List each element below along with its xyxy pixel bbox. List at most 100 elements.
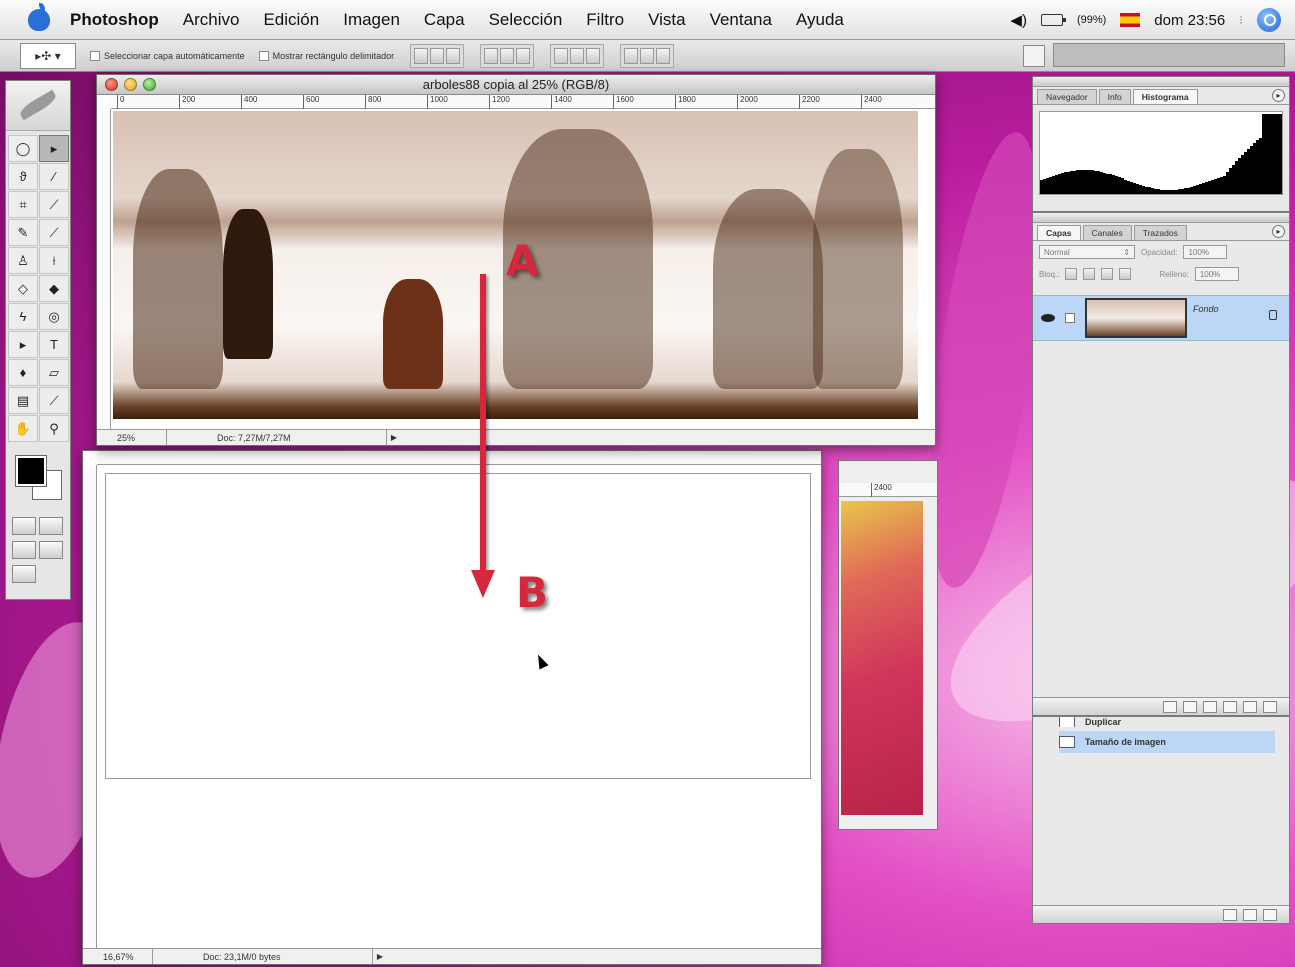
- lasso-tool-icon[interactable]: ϑ: [8, 163, 38, 190]
- shape-tool-icon[interactable]: ▱: [39, 359, 69, 386]
- marquee-tool-icon[interactable]: ◯: [8, 135, 38, 162]
- zoom-level[interactable]: 25%: [97, 430, 167, 445]
- new-layer-icon[interactable]: [1243, 700, 1257, 713]
- show-bounds-checkbox[interactable]: Mostrar rectángulo delimitador: [258, 50, 394, 61]
- menu-filtro[interactable]: Filtro: [586, 10, 624, 30]
- tab-info[interactable]: Info: [1098, 89, 1131, 104]
- dodge-tool-icon[interactable]: ◎: [39, 303, 69, 330]
- menu-ayuda[interactable]: Ayuda: [796, 10, 844, 30]
- fill-field[interactable]: 100%: [1194, 267, 1239, 281]
- menu-seleccion[interactable]: Selección: [489, 10, 563, 30]
- tab-canales[interactable]: Canales: [1082, 225, 1132, 240]
- tab-capas[interactable]: Capas: [1037, 225, 1081, 240]
- checkbox-box[interactable]: [258, 50, 269, 61]
- spotlight-icon[interactable]: [1257, 8, 1281, 32]
- auto-select-checkbox[interactable]: Seleccionar capa automáticamente: [90, 50, 245, 61]
- distribute-right-button[interactable]: [656, 47, 671, 64]
- distribute-hcenter-button[interactable]: [640, 47, 655, 64]
- screen-mode-standard-button[interactable]: [12, 541, 36, 559]
- layer-mask-icon[interactable]: [1183, 700, 1197, 713]
- opacity-field[interactable]: 100%: [1183, 245, 1228, 259]
- align-bottom-button[interactable]: [446, 47, 461, 64]
- tab-trazados[interactable]: Trazados: [1133, 225, 1187, 240]
- clock[interactable]: dom 23:56: [1154, 12, 1225, 29]
- move-tool-icon[interactable]: ▸: [39, 135, 69, 162]
- battery-icon[interactable]: [1040, 14, 1066, 26]
- path-selection-tool-icon[interactable]: ▸: [8, 331, 38, 358]
- new-document-from-state-icon[interactable]: [1223, 908, 1237, 921]
- document-titlebar[interactable]: arboles88 copia al 25% (RGB/8): [97, 75, 935, 95]
- volume-icon[interactable]: ◀): [1010, 11, 1027, 29]
- menu-archivo[interactable]: Archivo: [183, 10, 240, 30]
- close-icon[interactable]: [105, 78, 118, 91]
- status-menu-arrow-icon[interactable]: ▶: [373, 949, 387, 964]
- tab-navegador[interactable]: Navegador: [1037, 89, 1097, 104]
- minimize-icon[interactable]: [124, 78, 137, 91]
- lock-transparency-icon[interactable]: [1065, 268, 1078, 280]
- align-top-button[interactable]: [414, 47, 429, 64]
- blend-mode-select[interactable]: Normal ⇕: [1039, 245, 1135, 259]
- align-hcenter-button[interactable]: [500, 47, 515, 64]
- align-left-button[interactable]: [484, 47, 499, 64]
- panel-menu-icon[interactable]: ▸: [1272, 225, 1285, 238]
- panel-menu-icon[interactable]: ▸: [1272, 89, 1285, 102]
- notes-tool-icon[interactable]: ▤: [8, 387, 38, 414]
- menu-imagen[interactable]: Imagen: [343, 10, 400, 30]
- hand-tool-icon[interactable]: ✋: [8, 415, 38, 442]
- type-tool-icon[interactable]: T: [39, 331, 69, 358]
- adjustment-layer-icon[interactable]: [1223, 700, 1237, 713]
- trash-icon[interactable]: [1263, 700, 1277, 713]
- eye-icon[interactable]: [1041, 314, 1055, 322]
- distribute-top-button[interactable]: [554, 47, 569, 64]
- eyedropper-tool-icon[interactable]: ⟋: [39, 387, 69, 414]
- zoom-tool-icon[interactable]: ⚲: [39, 415, 69, 442]
- menu-edicion[interactable]: Edición: [263, 10, 319, 30]
- paint-bucket-tool-icon[interactable]: ◆: [39, 275, 69, 302]
- history-brush-tool-icon[interactable]: ⟊: [39, 247, 69, 274]
- lock-all-icon[interactable]: [1119, 268, 1132, 280]
- spanish-flag-icon[interactable]: [1120, 13, 1141, 27]
- menu-vista[interactable]: Vista: [648, 10, 686, 30]
- crop-tool-icon[interactable]: ⌗: [8, 191, 38, 218]
- lock-position-icon[interactable]: [1101, 268, 1114, 280]
- panel-titlebar[interactable]: [1033, 213, 1289, 223]
- blank-canvas[interactable]: [105, 473, 811, 779]
- trash-icon[interactable]: [1263, 908, 1277, 921]
- menu-ventana[interactable]: Ventana: [710, 10, 772, 30]
- eraser-tool-icon[interactable]: ◇: [8, 275, 38, 302]
- jump-to-imageready-button[interactable]: [12, 565, 36, 583]
- apple-icon[interactable]: [28, 2, 50, 31]
- layer-style-icon[interactable]: [1163, 700, 1177, 713]
- new-snapshot-icon[interactable]: [1243, 908, 1257, 921]
- quick-mask-button[interactable]: [39, 517, 63, 535]
- distribute-left-button[interactable]: [624, 47, 639, 64]
- healing-brush-tool-icon[interactable]: ✎: [8, 219, 38, 246]
- tab-histograma[interactable]: Histograma: [1132, 89, 1198, 104]
- panel-titlebar[interactable]: [1033, 77, 1289, 87]
- lock-pixels-icon[interactable]: [1083, 268, 1096, 280]
- tool-preset-picker[interactable]: ▸✣ ▾: [20, 42, 76, 69]
- clone-stamp-tool-icon[interactable]: ♙: [8, 247, 38, 274]
- menu-capa[interactable]: Capa: [424, 10, 465, 30]
- foreground-color[interactable]: [15, 455, 47, 487]
- status-menu-arrow-icon[interactable]: ▶: [387, 430, 401, 445]
- user-icon[interactable]: ⁝: [1239, 13, 1243, 27]
- zoom-level[interactable]: 16,67%: [83, 949, 153, 964]
- checkbox-box[interactable]: [90, 50, 100, 61]
- pen-tool-icon[interactable]: ♦: [8, 359, 38, 386]
- blur-tool-icon[interactable]: ϟ: [8, 303, 38, 330]
- zoom-icon[interactable]: [143, 78, 156, 91]
- menu-app[interactable]: Photoshop: [70, 10, 159, 30]
- brush-tool-icon[interactable]: ⟋: [39, 219, 69, 246]
- distribute-vcenter-button[interactable]: [570, 47, 585, 64]
- palette-well[interactable]: [1053, 43, 1285, 67]
- distribute-bottom-button[interactable]: [586, 47, 601, 64]
- new-set-icon[interactable]: [1203, 700, 1217, 713]
- file-browser-icon[interactable]: [1023, 45, 1045, 67]
- history-item[interactable]: Duplicar: [1059, 717, 1275, 727]
- align-right-button[interactable]: [516, 47, 531, 64]
- magic-wand-tool-icon[interactable]: ⁄: [39, 163, 69, 190]
- screen-mode-full-button[interactable]: [39, 541, 63, 559]
- align-vcenter-button[interactable]: [430, 47, 445, 64]
- history-item-selected[interactable]: Tamaño de imagen: [1059, 731, 1275, 753]
